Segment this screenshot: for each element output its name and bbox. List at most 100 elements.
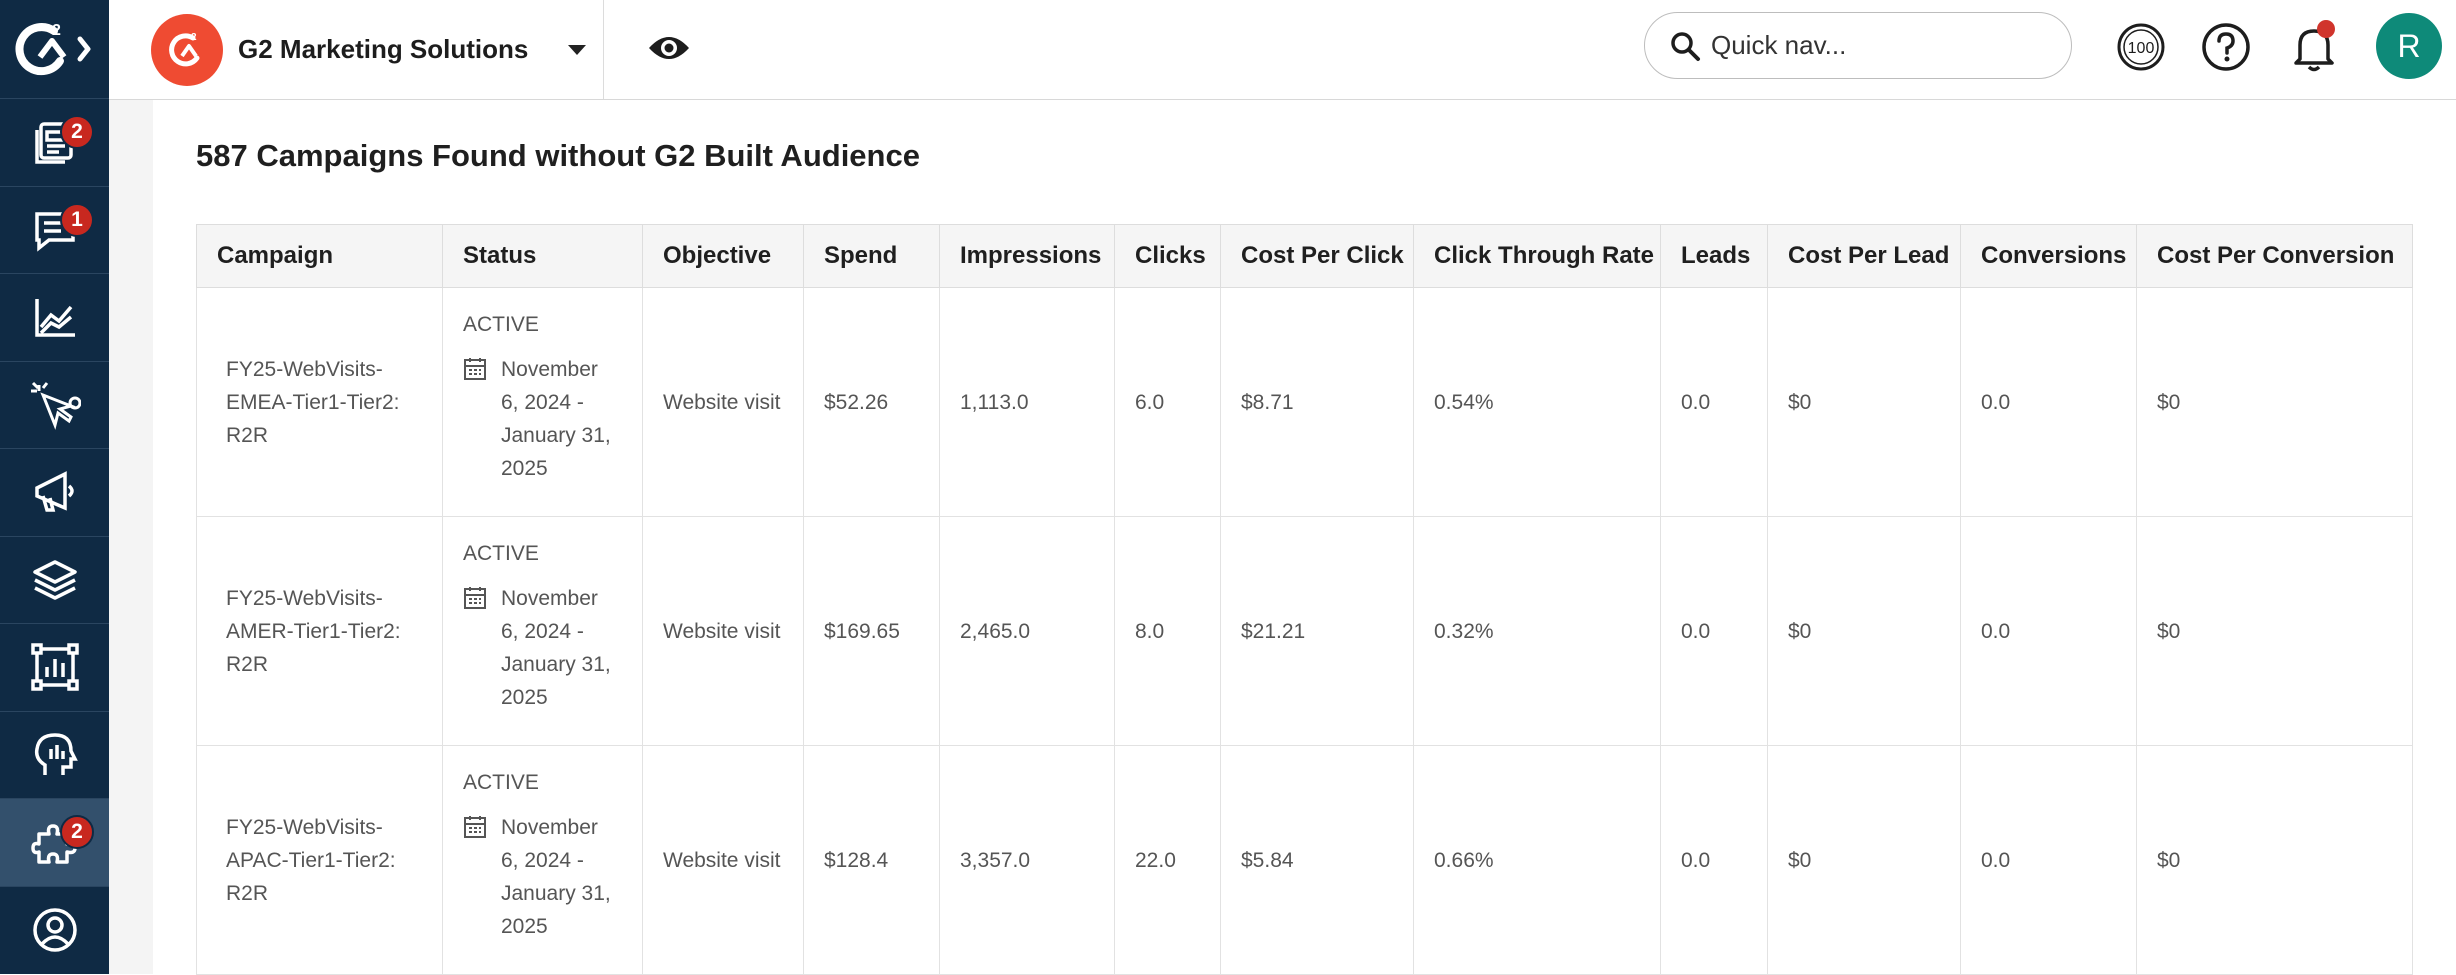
intent-cursor-icon: [29, 379, 81, 431]
spend-cell: $128.4: [804, 746, 940, 975]
help-button[interactable]: [2199, 20, 2253, 74]
clicks-cell: 8.0: [1115, 517, 1221, 746]
notification-badge: 1: [60, 203, 94, 237]
quick-nav-search[interactable]: [1644, 12, 2072, 79]
column-header[interactable]: Cost Per Click: [1221, 225, 1414, 288]
column-header[interactable]: Campaign: [197, 225, 443, 288]
column-header[interactable]: Objective: [643, 225, 804, 288]
column-header[interactable]: Cost Per Lead: [1768, 225, 1961, 288]
chevron-right-icon: [80, 39, 88, 59]
notification-badge: 2: [60, 815, 94, 849]
preview-toggle[interactable]: [644, 28, 694, 68]
campaigns-panel: 587 Campaigns Found without G2 Built Aud…: [153, 100, 2456, 974]
status-label: ACTIVE: [463, 766, 642, 799]
account-switcher[interactable]: 2 G2 Marketing Solutions: [109, 0, 604, 99]
cpl-cell: $0: [1768, 517, 1961, 746]
campaign-name: FY25-WebVisits-AMER-Tier1-Tier2: R2R: [197, 517, 443, 746]
sidebar-item-profile[interactable]: [0, 887, 109, 975]
campaign-name: FY25-WebVisits-APAC-Tier1-Tier2: R2R: [197, 746, 443, 975]
search-input[interactable]: [1711, 30, 2041, 61]
sidebar-item-layers[interactable]: [0, 537, 109, 625]
clicks-cell: 6.0: [1115, 288, 1221, 517]
notification-dot: [2317, 20, 2335, 38]
ctr-cell: 0.54%: [1414, 288, 1661, 517]
date-range-text: November 6, 2024 - January 31, 2025: [501, 582, 611, 714]
conversions-cell: 0.0: [1961, 746, 2137, 975]
status-cell: ACTIVE November 6, 2024 - January 31, 20…: [443, 746, 643, 975]
sidebar-item-analytics[interactable]: [0, 274, 109, 362]
sidebar-item-insights[interactable]: [0, 712, 109, 800]
spend-cell: $169.65: [804, 517, 940, 746]
help-question-icon: [2200, 21, 2252, 73]
conversions-cell: 0.0: [1961, 517, 2137, 746]
spend-cell: $52.26: [804, 288, 940, 517]
cpc-cell: $8.71: [1221, 288, 1414, 517]
cost-per-conversion-cell: $0: [2137, 288, 2413, 517]
date-range-text: November 6, 2024 - January 31, 2025: [501, 811, 611, 943]
caret-down-icon: [568, 45, 586, 55]
svg-text:100: 100: [2128, 40, 2155, 57]
main-content: 587 Campaigns Found without G2 Built Aud…: [109, 100, 2456, 974]
svg-text:2: 2: [191, 32, 197, 43]
sidebar-item-reports[interactable]: [0, 624, 109, 712]
ctr-cell: 0.32%: [1414, 517, 1661, 746]
table-header-row: Campaign Status Objective Spend Impressi…: [197, 225, 2413, 288]
megaphone-icon: [29, 466, 81, 518]
sidebar-item-intent[interactable]: [0, 362, 109, 450]
campaign-name: FY25-WebVisits-EMEA-Tier1-Tier2: R2R: [197, 288, 443, 517]
table-row[interactable]: FY25-WebVisits-EMEA-Tier1-Tier2: R2R ACT…: [197, 288, 2413, 517]
column-header[interactable]: Clicks: [1115, 225, 1221, 288]
column-header[interactable]: Impressions: [940, 225, 1115, 288]
leads-cell: 0.0: [1661, 288, 1768, 517]
page-title: 587 Campaigns Found without G2 Built Aud…: [196, 138, 920, 174]
search-icon: [1669, 30, 1701, 62]
sidebar-item-integrations[interactable]: 2: [0, 799, 109, 887]
date-range-text: November 6, 2024 - January 31, 2025: [501, 353, 611, 485]
g2-logo-icon: 2: [10, 17, 100, 81]
g2-logo-icon: 2: [165, 28, 209, 72]
sidebar-item-messages[interactable]: 1: [0, 187, 109, 275]
analytics-chart-icon: [29, 291, 81, 343]
column-header[interactable]: Cost Per Conversion: [2137, 225, 2413, 288]
sidebar-item-feed[interactable]: 2: [0, 99, 109, 187]
notification-badge: 2: [60, 115, 94, 149]
svg-text:2: 2: [52, 22, 61, 39]
objective-cell: Website visit: [643, 746, 804, 975]
status-label: ACTIVE: [463, 537, 642, 570]
date-range: November 6, 2024 - January 31, 2025: [463, 582, 642, 714]
objective-cell: Website visit: [643, 517, 804, 746]
top-header: 2 G2 Marketing Solutions 100: [109, 0, 2456, 100]
leads-cell: 0.0: [1661, 517, 1768, 746]
calendar-icon: [463, 815, 487, 839]
sidebar-item-campaigns[interactable]: [0, 449, 109, 537]
cpc-cell: $21.21: [1221, 517, 1414, 746]
column-header[interactable]: Leads: [1661, 225, 1768, 288]
score-ring-icon: 100: [2115, 21, 2167, 73]
clicks-cell: 22.0: [1115, 746, 1221, 975]
table-row[interactable]: FY25-WebVisits-APAC-Tier1-Tier2: R2R ACT…: [197, 746, 2413, 975]
column-header[interactable]: Status: [443, 225, 643, 288]
score-badge-button[interactable]: 100: [2114, 20, 2168, 74]
report-icon: [29, 641, 81, 693]
date-range: November 6, 2024 - January 31, 2025: [463, 811, 642, 943]
g2-account-logo: 2: [151, 14, 223, 86]
notifications-button[interactable]: [2287, 20, 2341, 74]
campaigns-table: Campaign Status Objective Spend Impressi…: [196, 224, 2413, 975]
impressions-cell: 2,465.0: [940, 517, 1115, 746]
user-avatar[interactable]: R: [2376, 13, 2442, 79]
leads-cell: 0.0: [1661, 746, 1768, 975]
column-header[interactable]: Conversions: [1961, 225, 2137, 288]
eye-icon: [647, 34, 691, 62]
cost-per-conversion-cell: $0: [2137, 517, 2413, 746]
objective-cell: Website visit: [643, 288, 804, 517]
impressions-cell: 1,113.0: [940, 288, 1115, 517]
layers-icon: [29, 554, 81, 606]
table-row[interactable]: FY25-WebVisits-AMER-Tier1-Tier2: R2R ACT…: [197, 517, 2413, 746]
g2-logo-toggle[interactable]: 2: [0, 0, 109, 99]
calendar-icon: [463, 357, 487, 381]
cpl-cell: $0: [1768, 746, 1961, 975]
column-header[interactable]: Spend: [804, 225, 940, 288]
column-header[interactable]: Click Through Rate: [1414, 225, 1661, 288]
status-cell: ACTIVE November 6, 2024 - January 31, 20…: [443, 288, 643, 517]
cost-per-conversion-cell: $0: [2137, 746, 2413, 975]
